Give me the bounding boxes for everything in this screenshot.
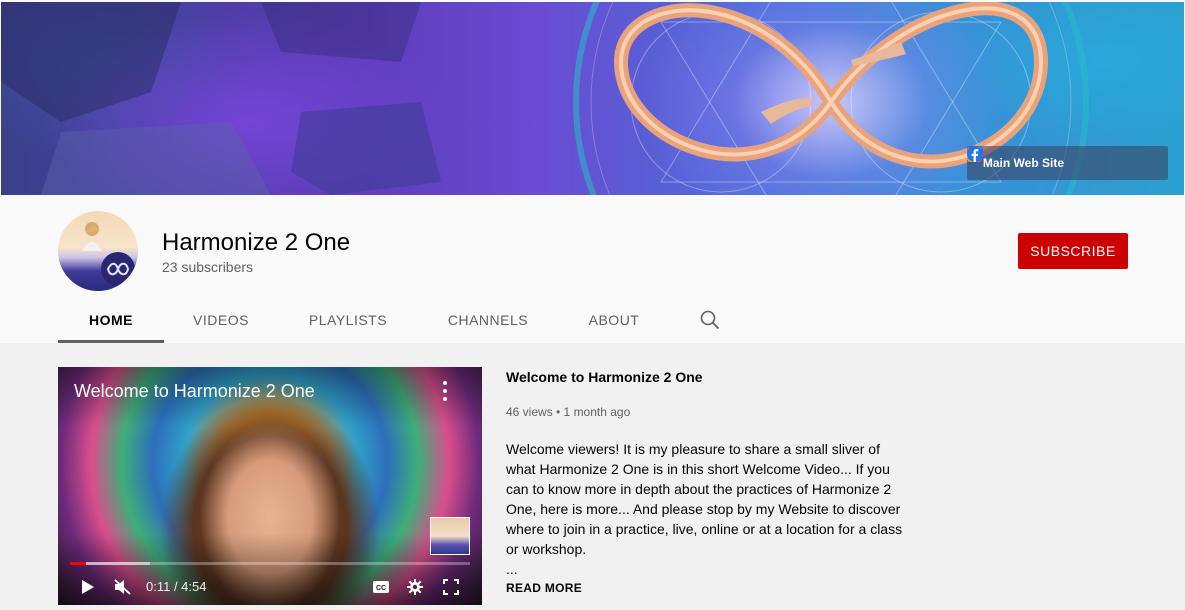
description-ellipsis: ... [506, 561, 518, 577]
video-info: Welcome to Harmonize 2 One 46 views • 1 … [506, 369, 906, 595]
subscriber-count: 23 subscribers [162, 259, 254, 275]
progress-bar[interactable] [70, 562, 470, 565]
play-icon[interactable] [78, 573, 98, 601]
captions-icon[interactable]: CC [370, 573, 392, 601]
time-display: 0:11 / 4:54 [146, 579, 207, 594]
banner-links: Main Web Site [966, 146, 1168, 180]
video-meta: 46 views • 1 month ago [506, 405, 631, 419]
video-description: Welcome viewers! It is my pleasure to sh… [506, 441, 903, 557]
channel-name: Harmonize 2 One [162, 229, 351, 256]
video-player[interactable]: Welcome to Harmonize 2 One 0:11 / 4:54 C… [58, 367, 482, 605]
featured-section: Welcome to Harmonize 2 One 0:11 / 4:54 C… [0, 343, 1185, 610]
search-icon[interactable] [688, 297, 732, 343]
channel-tabs: HOME VIDEOS PLAYLISTS CHANNELS ABOUT [58, 297, 732, 343]
tab-home[interactable]: HOME [58, 297, 164, 343]
read-more-link[interactable]: READ MORE [506, 581, 906, 595]
tab-channels[interactable]: CHANNELS [418, 297, 558, 343]
subscribe-button[interactable]: SUBSCRIBE [1018, 233, 1128, 269]
mute-icon[interactable] [112, 573, 134, 601]
channel-avatar[interactable] [58, 211, 138, 291]
player-title[interactable]: Welcome to Harmonize 2 One [74, 381, 315, 402]
settings-gear-icon[interactable] [404, 573, 426, 601]
player-controls: 0:11 / 4:54 CC [58, 573, 482, 601]
tab-videos[interactable]: VIDEOS [164, 297, 278, 343]
video-title[interactable]: Welcome to Harmonize 2 One [506, 369, 906, 385]
svg-text:CC: CC [376, 585, 386, 592]
twitter-icon[interactable] [966, 146, 1130, 172]
main-website-label: Main Web Site [982, 156, 1064, 170]
main-website-link[interactable]: Main Web Site [967, 146, 1074, 170]
fullscreen-icon[interactable] [440, 573, 462, 601]
channel-banner: Main Web Site [1, 2, 1184, 195]
tab-about[interactable]: ABOUT [558, 297, 670, 343]
tab-playlists[interactable]: PLAYLISTS [278, 297, 418, 343]
channel-header: Harmonize 2 One 23 subscribers SUBSCRIBE… [0, 195, 1185, 343]
channel-page: Main Web Site Harmonize 2 One 23 subscri… [0, 0, 1185, 610]
instagram-icon[interactable] [966, 146, 1102, 172]
channel-watermark[interactable] [430, 517, 470, 555]
facebook-icon[interactable] [966, 146, 1158, 172]
more-options-icon[interactable] [438, 381, 452, 401]
